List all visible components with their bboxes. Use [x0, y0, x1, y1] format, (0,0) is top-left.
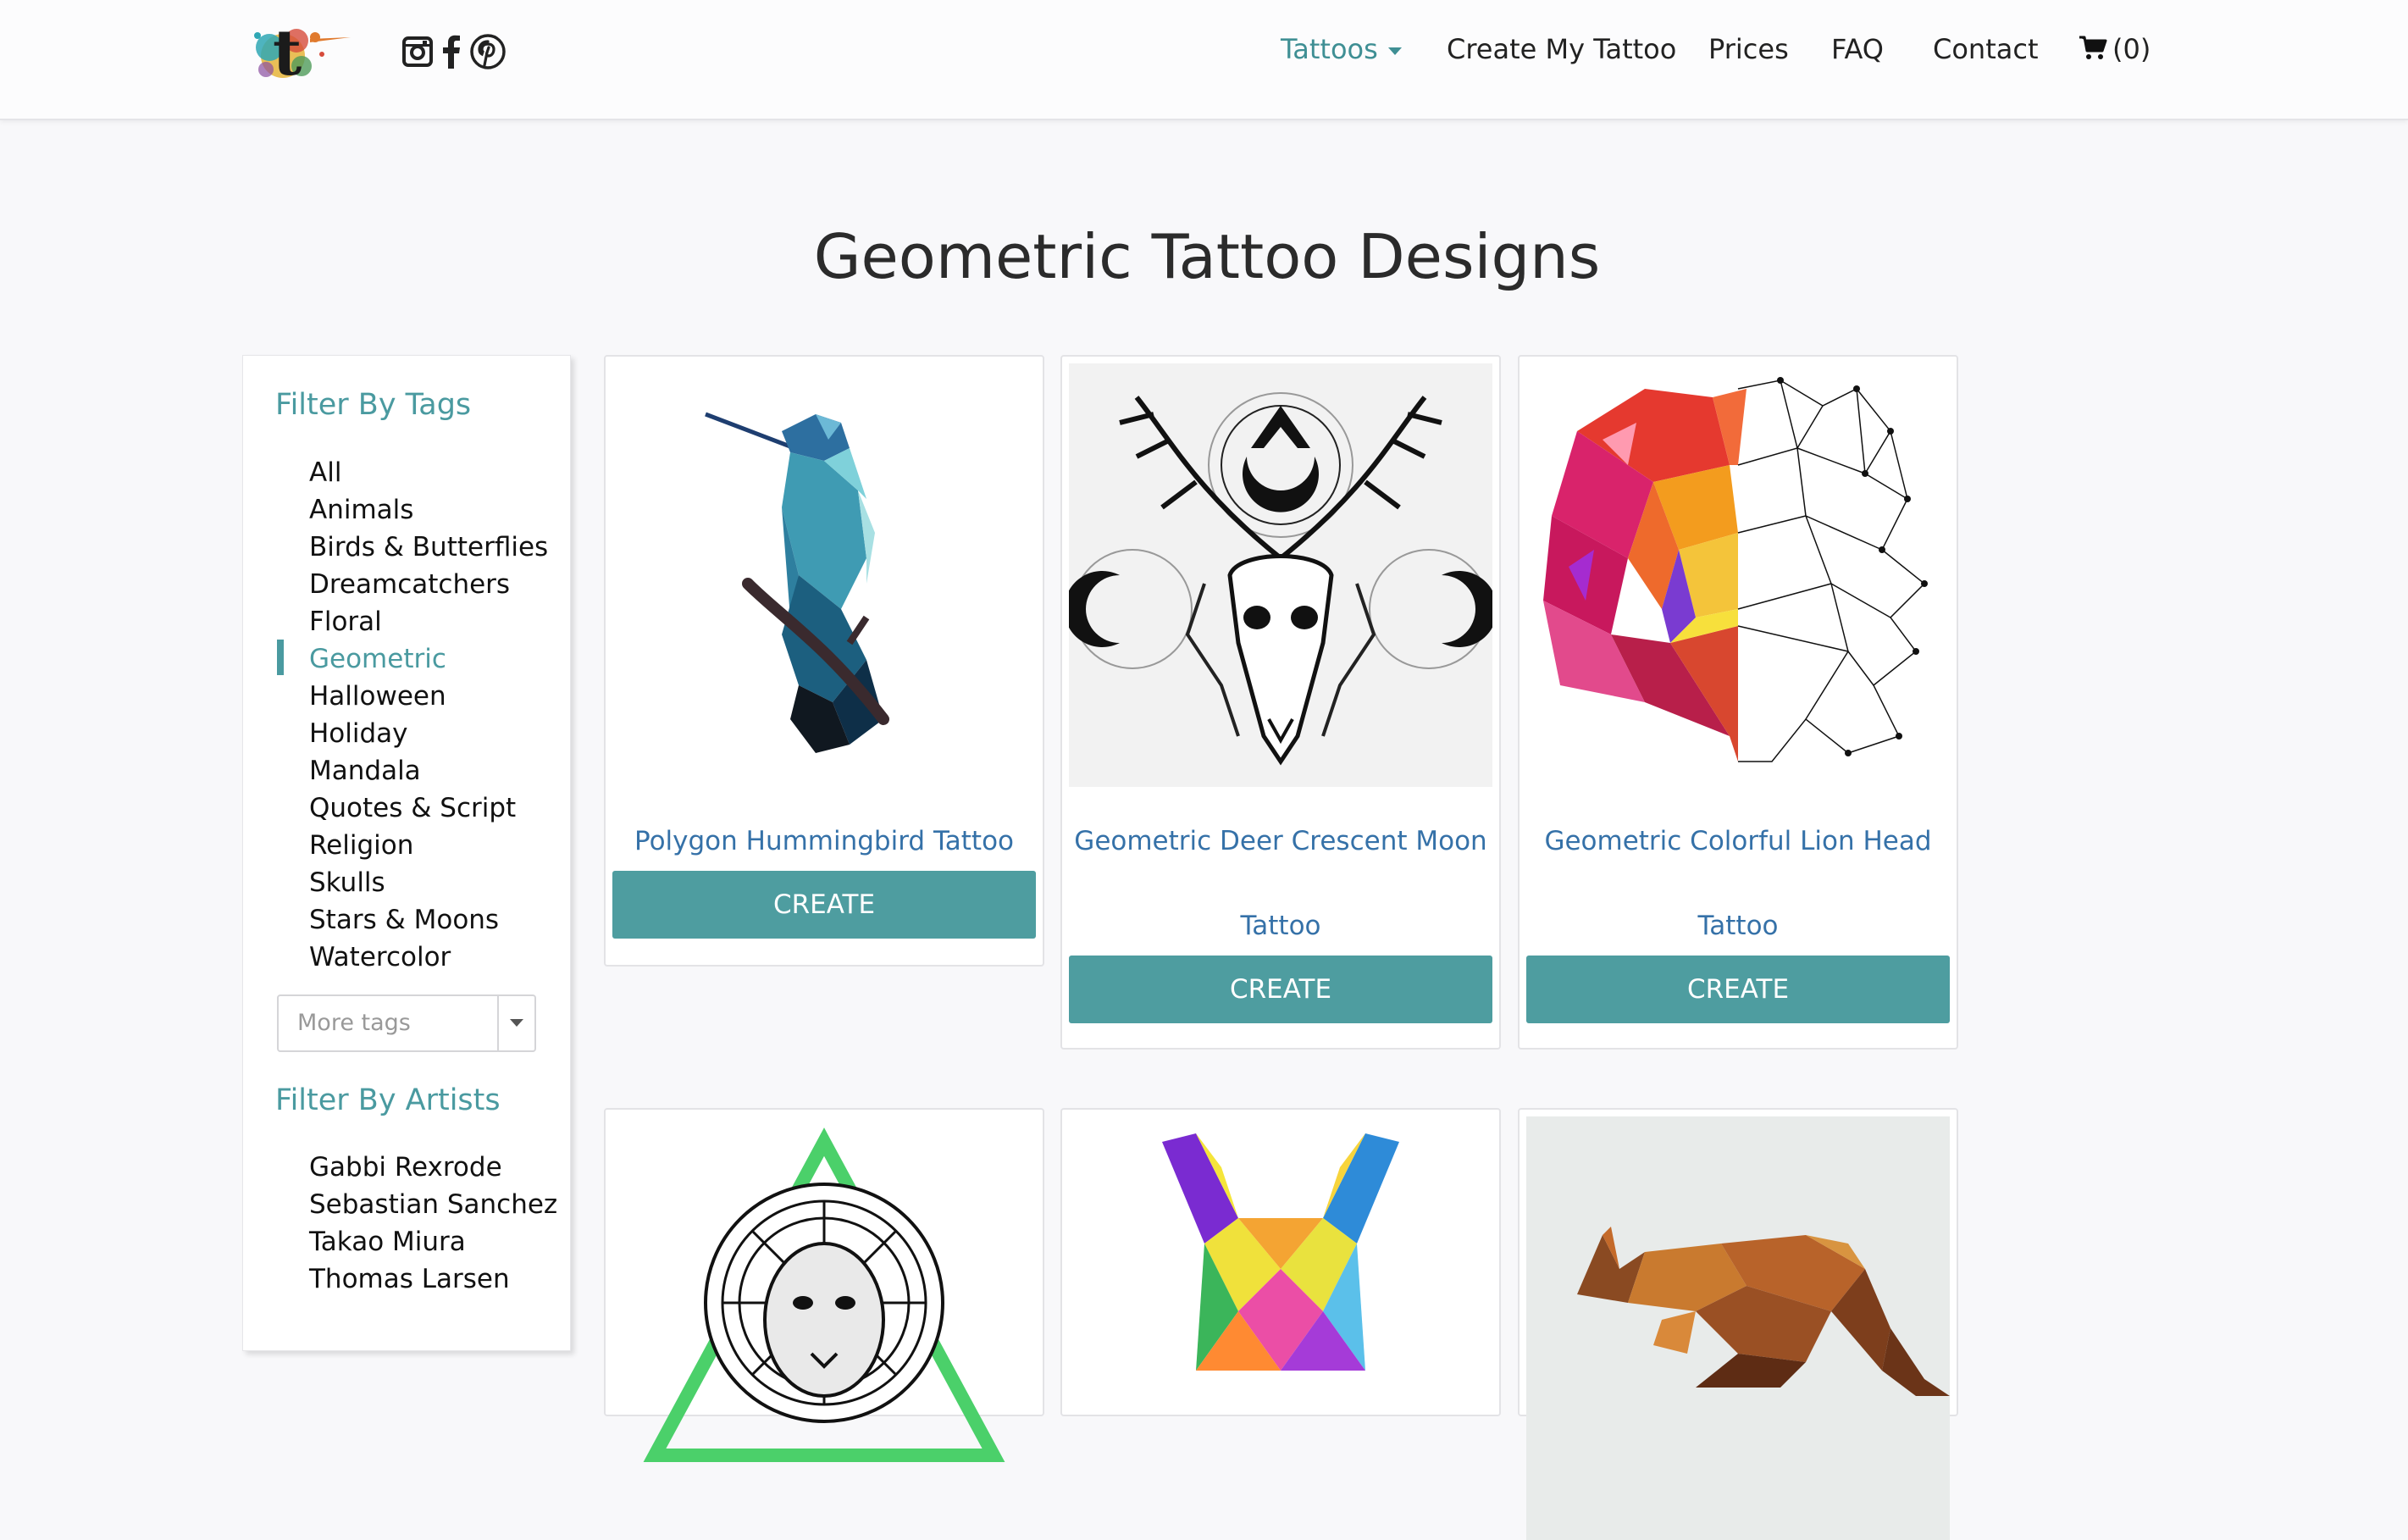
nav-faq[interactable]: FAQ — [1831, 25, 1884, 73]
tag-link-all[interactable]: All — [309, 454, 548, 491]
tag-link-holiday[interactable]: Holiday — [309, 715, 548, 752]
artist-link-thomas-larsen[interactable]: Thomas Larsen — [309, 1260, 557, 1298]
tag-link-quotes-script[interactable]: Quotes & Script — [309, 789, 548, 827]
kangaroo-image[interactable] — [1526, 1116, 1950, 1540]
create-button[interactable]: CREATE — [612, 871, 1036, 939]
tag-link-halloween[interactable]: Halloween — [309, 678, 548, 715]
design-card: Geometric Deer Crescent Moon Tattoo CREA… — [1060, 355, 1501, 1050]
card-title[interactable]: Geometric Deer Crescent Moon — [1069, 799, 1492, 884]
chevron-down-icon — [510, 1019, 523, 1027]
filter-sidebar: Filter By Tags All Animals Birds & Butte… — [242, 355, 571, 1351]
page-title: Geometric Tattoo Designs — [813, 221, 1601, 292]
card-title[interactable]: Geometric Colorful Lion Head — [1526, 799, 1950, 884]
artist-link-takao-miura[interactable]: Takao Miura — [309, 1223, 557, 1260]
tag-link-floral[interactable]: Floral — [309, 603, 548, 640]
design-card — [1060, 1108, 1501, 1416]
geometric-dog-image[interactable] — [1069, 1116, 1492, 1540]
tag-link-animals[interactable]: Animals — [309, 491, 548, 529]
nav-create-my-tattoo[interactable]: Create My Tattoo — [1447, 25, 1676, 73]
nav-contact[interactable]: Contact — [1933, 25, 2039, 73]
hummingbird-image[interactable] — [612, 363, 1036, 787]
more-tags-placeholder: More tags — [297, 1010, 411, 1036]
top-navigation: t Tattoos Create My Tattoo Prices FAQ Co… — [0, 0, 2408, 120]
chevron-down-icon — [1387, 47, 1402, 55]
artist-link-sebastian-sanchez[interactable]: Sebastian Sanchez — [309, 1186, 557, 1223]
tag-link-skulls[interactable]: Skulls — [309, 864, 548, 901]
design-card — [604, 1108, 1044, 1462]
design-card — [1518, 1108, 1958, 1540]
tag-link-stars-moons[interactable]: Stars & Moons — [309, 901, 548, 939]
cart-icon — [2079, 27, 2107, 75]
design-card: Geometric Colorful Lion Head Tattoo CREA… — [1518, 355, 1958, 1050]
mandala-lion-image[interactable] — [612, 1116, 1036, 1540]
nav-cart[interactable]: (0) — [2079, 25, 2151, 73]
tag-link-geometric[interactable]: Geometric — [309, 640, 548, 678]
deer-moon-image[interactable] — [1069, 363, 1492, 787]
tag-link-watercolor[interactable]: Watercolor — [309, 939, 548, 976]
tag-link-mandala[interactable]: Mandala — [309, 752, 548, 789]
lion-head-image[interactable] — [1526, 363, 1950, 787]
more-tags-dropdown-toggle[interactable] — [497, 996, 534, 1050]
nav-prices[interactable]: Prices — [1708, 25, 1789, 73]
tag-list: All Animals Birds & Butterflies Dreamcat… — [309, 454, 548, 976]
nav-tattoos-dropdown[interactable]: Tattoos — [1281, 25, 1402, 73]
tag-link-birds-butterflies[interactable]: Birds & Butterflies — [309, 529, 548, 566]
cart-count: (0) — [2112, 33, 2151, 65]
filter-by-artists-heading: Filter By Artists — [275, 1083, 501, 1117]
active-tag-indicator — [277, 640, 284, 675]
create-button[interactable]: CREATE — [1069, 956, 1492, 1023]
more-tags-select[interactable]: More tags — [277, 994, 536, 1052]
design-card: Polygon Hummingbird Tattoo CREATE — [604, 355, 1044, 967]
tag-link-dreamcatchers[interactable]: Dreamcatchers — [309, 566, 548, 603]
tag-link-religion[interactable]: Religion — [309, 827, 548, 864]
create-button[interactable]: CREATE — [1526, 956, 1950, 1023]
artist-list: Gabbi Rexrode Sebastian Sanchez Takao Mi… — [309, 1149, 557, 1298]
main-menu: Tattoos Create My Tattoo Prices FAQ Cont… — [0, 25, 2408, 73]
artist-link-gabbi-rexrode[interactable]: Gabbi Rexrode — [309, 1149, 557, 1186]
nav-tattoos-label: Tattoos — [1281, 33, 1378, 65]
filter-by-tags-heading: Filter By Tags — [275, 388, 472, 422]
